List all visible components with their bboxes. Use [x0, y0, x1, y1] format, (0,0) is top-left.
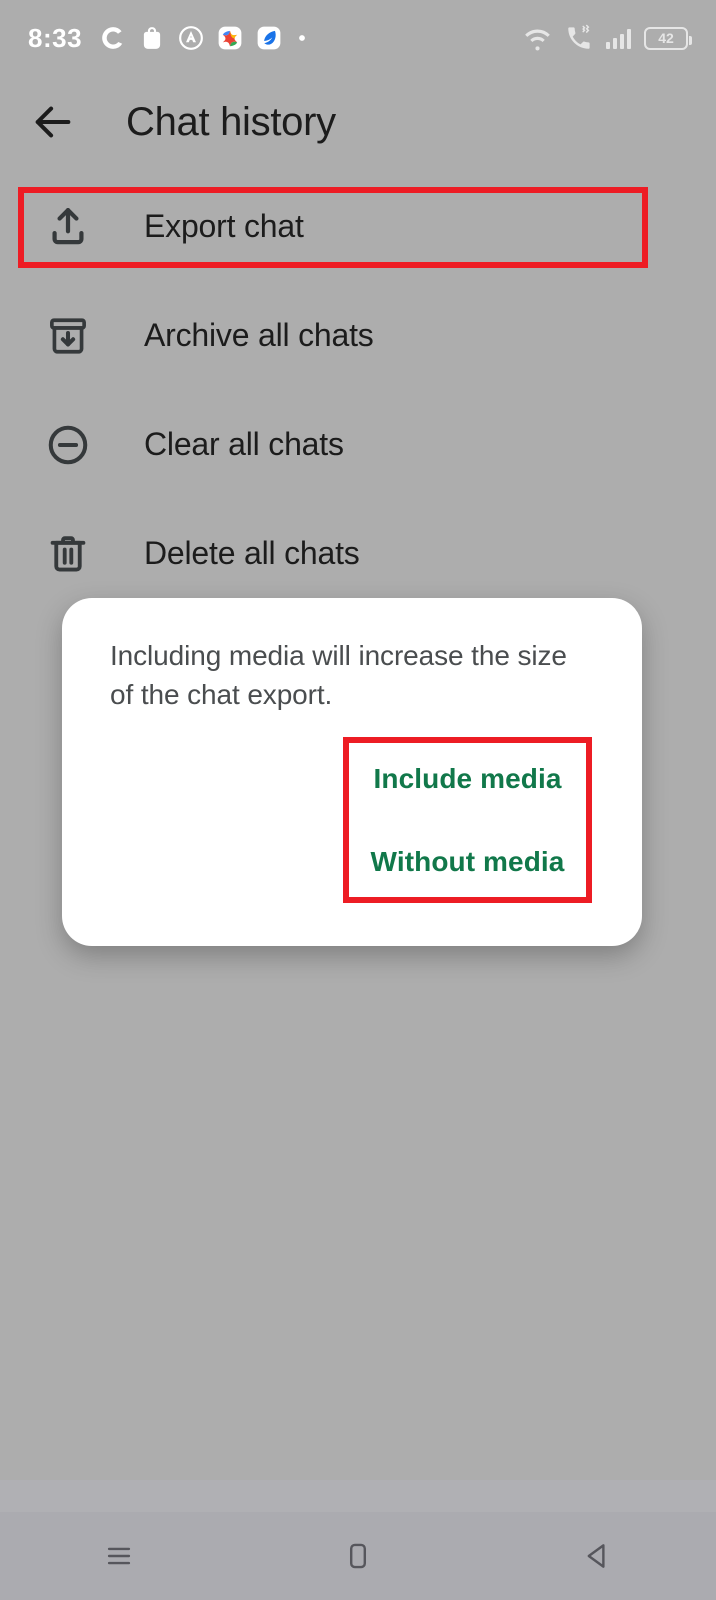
- status-bar-notification-icons: [100, 25, 309, 51]
- android-navigation-bar: [0, 1512, 716, 1600]
- menu-lines-icon: [108, 1547, 131, 1565]
- home-rounded-square-icon: [349, 1543, 366, 1569]
- cellular-signal-icon: [605, 27, 631, 49]
- dot-icon: [299, 35, 305, 41]
- back-button[interactable]: [557, 1526, 637, 1586]
- status-bar-system-icons: 42: [523, 24, 692, 53]
- app-bar: Chat history: [0, 76, 716, 168]
- alliance-a-icon: [179, 26, 203, 50]
- menu-item-archive-all-chats[interactable]: Archive all chats: [0, 281, 716, 390]
- status-bar-clock: 8:33: [28, 22, 83, 53]
- menu-item-export-chat[interactable]: Export chat: [0, 172, 716, 281]
- phone-screen: 8:33 42 Chat history Export chat Archive…: [0, 0, 716, 1600]
- recents-button[interactable]: [79, 1526, 159, 1586]
- wifi-icon: [524, 29, 550, 50]
- without-media-button[interactable]: Without media: [371, 846, 565, 878]
- menu-item-clear-all-chats[interactable]: Clear all chats: [0, 390, 716, 499]
- dialog-action-buttons: Include media Without media: [343, 737, 592, 903]
- trash-icon: [44, 530, 92, 578]
- bag-icon: [143, 27, 161, 49]
- page-title: Chat history: [126, 99, 336, 144]
- sync-c-icon: [102, 27, 123, 49]
- status-bar: 8:33 42: [0, 0, 716, 76]
- home-button[interactable]: [318, 1526, 398, 1586]
- menu-item-label: Clear all chats: [144, 426, 344, 462]
- upload-export-icon: [44, 203, 92, 251]
- back-triangle-icon: [587, 1544, 605, 1568]
- chat-history-menu-list: Export chat Archive all chats Clear all …: [0, 172, 716, 608]
- battery-icon: 42: [644, 26, 692, 50]
- menu-item-label: Export chat: [144, 208, 304, 244]
- dialog-message: Including media will increase the size o…: [110, 640, 567, 711]
- menu-item-label: Archive all chats: [144, 317, 374, 353]
- menu-item-label: Delete all chats: [144, 535, 360, 571]
- archive-box-icon: [44, 312, 92, 360]
- menu-item-delete-all-chats[interactable]: Delete all chats: [0, 499, 716, 608]
- battery-level-label: 42: [658, 30, 674, 46]
- nav-bar-top-strip: [0, 1480, 716, 1512]
- photos-star-icon: [218, 26, 242, 50]
- arrow-left-icon[interactable]: [30, 99, 76, 145]
- blue-leaf-app-icon: [257, 26, 281, 50]
- include-media-button[interactable]: Include media: [373, 763, 561, 795]
- minus-circle-icon: [44, 421, 92, 469]
- call-vibrate-icon: [567, 24, 590, 49]
